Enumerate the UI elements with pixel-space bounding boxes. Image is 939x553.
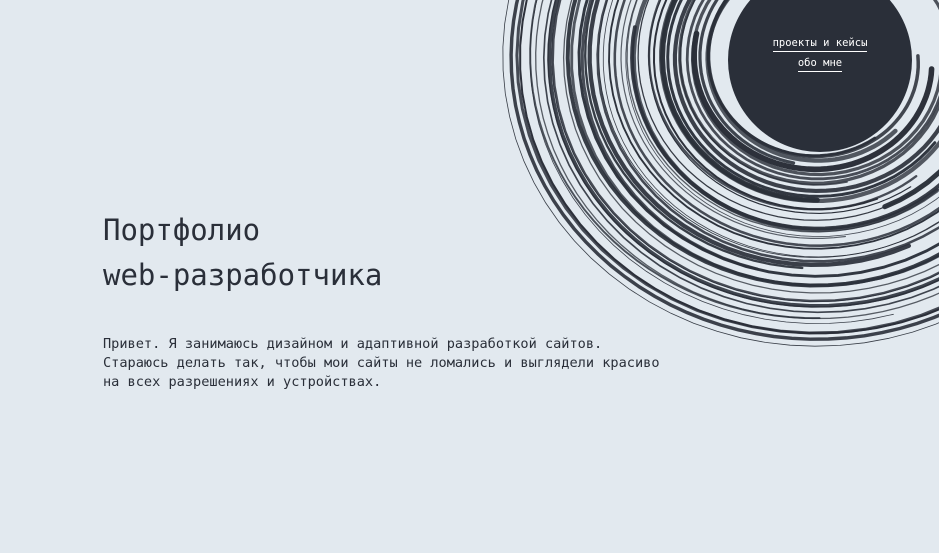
intro-line-3: на всех разрешениях и устройствах.	[103, 373, 382, 390]
intro-text: Привет. Я занимаюсь дизайном и адаптивно…	[103, 335, 743, 392]
swirl-core	[728, 0, 912, 152]
page-title-line-2: web-разработчика	[103, 258, 383, 292]
hero-section: Портфолио web-разработчика	[103, 208, 382, 298]
nav-link-projects[interactable]: проекты и кейсы	[772, 36, 868, 52]
intro-line-2: Стараюсь делать так, чтобы мои сайты не …	[103, 354, 660, 371]
intro-line-1: Привет. Я занимаюсь дизайном и адаптивно…	[103, 335, 603, 352]
page-title: Портфолио web-разработчика	[103, 208, 382, 298]
nav-link-about[interactable]: обо мне	[797, 56, 843, 72]
page-title-line-1: Портфолио	[103, 213, 261, 247]
top-navigation: проекты и кейсы обо мне	[760, 36, 880, 72]
